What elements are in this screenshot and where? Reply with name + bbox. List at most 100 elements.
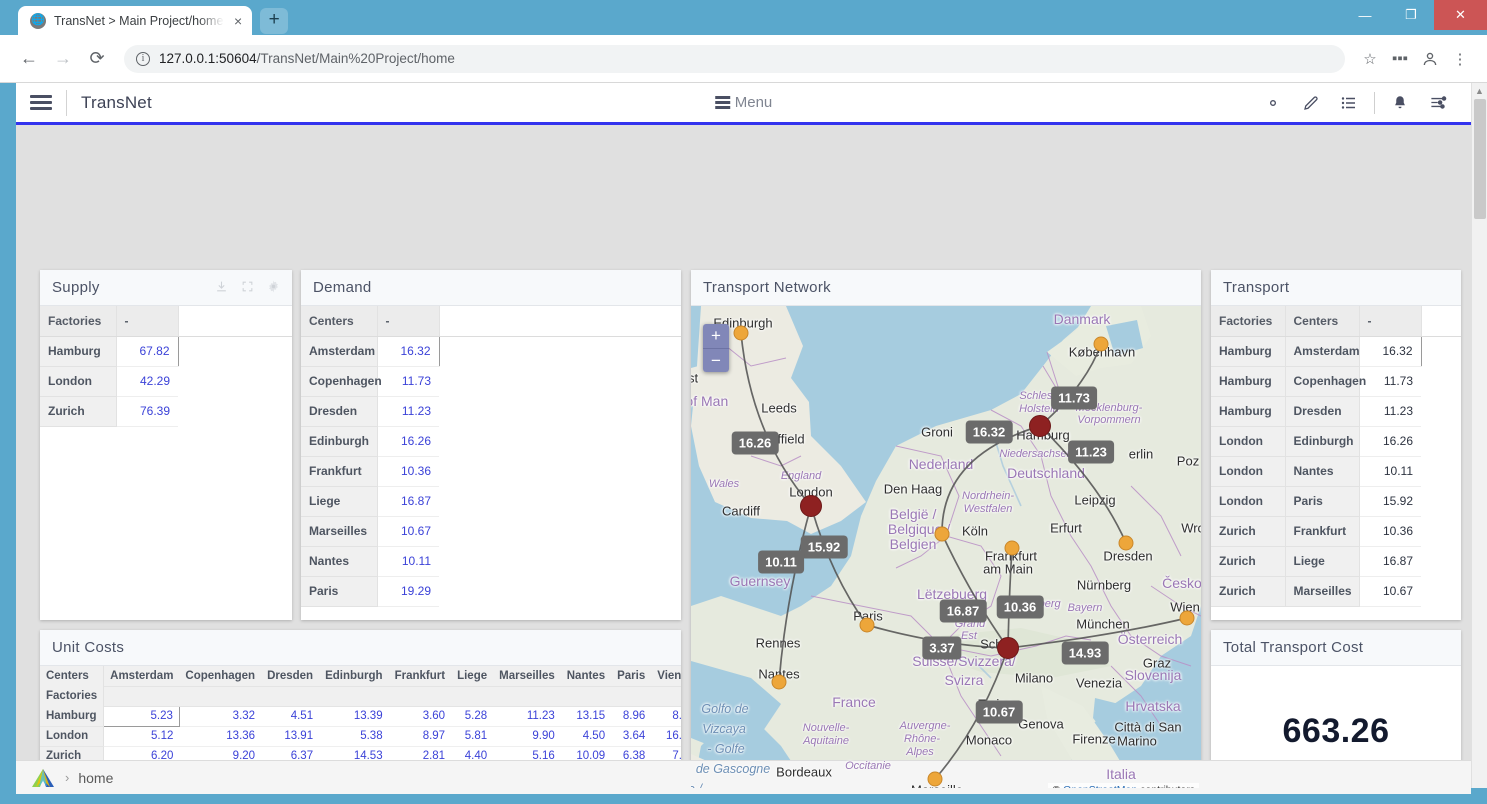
transport-value-cell[interactable]: 16.32 — [1358, 335, 1422, 367]
table-row[interactable]: Zurich Frankfurt 10.36 — [1211, 516, 1461, 547]
demand-value-cell[interactable]: 16.26 — [377, 426, 439, 457]
map-center-node[interactable] — [771, 674, 787, 690]
demand-value-cell[interactable]: 10.67 — [377, 516, 439, 547]
demand-value-cell[interactable]: 19.29 — [377, 576, 439, 607]
openstreetmap-link[interactable]: OpenStreetMap — [1063, 784, 1137, 788]
table-row[interactable]: Zurich Liege 16.87 — [1211, 546, 1461, 577]
zoom-in-button[interactable]: + — [703, 324, 729, 348]
list-icon[interactable] — [1330, 88, 1368, 118]
reload-button[interactable]: ⟳ — [80, 42, 114, 76]
table-row[interactable]: Hamburg Dresden 11.23 — [1211, 396, 1461, 427]
unit-costs-value-cell[interactable]: 8.33 — [651, 706, 681, 727]
table-row[interactable]: Edinburgh 16.26 — [301, 426, 681, 457]
table-row[interactable]: London Nantes 10.11 — [1211, 456, 1461, 487]
minimize-button[interactable]: — — [1342, 0, 1388, 30]
table-row[interactable]: Marseilles 10.67 — [301, 516, 681, 547]
table-row[interactable]: London Edinburgh 16.26 — [1211, 426, 1461, 457]
table-row[interactable]: Amsterdam 16.32 — [301, 335, 681, 367]
table-row[interactable]: Paris 19.29 — [301, 576, 681, 607]
table-row[interactable]: Zurich Marseilles 10.67 — [1211, 576, 1461, 607]
transport-value-cell[interactable]: 10.36 — [1359, 516, 1421, 547]
close-tab-icon[interactable]: × — [232, 14, 244, 28]
map-center-node[interactable] — [934, 526, 950, 542]
unit-costs-value-cell[interactable]: 5.28 — [451, 706, 494, 727]
table-row[interactable]: London Paris 15.92 — [1211, 486, 1461, 517]
pencil-icon[interactable] — [1292, 88, 1330, 118]
table-row[interactable]: Hamburg 5.23 3.32 4.51 13.39 3.60 5.28 11.23 13.… — [40, 705, 681, 727]
demand-value-cell[interactable]: 16.32 — [376, 335, 440, 367]
unit-costs-value-cell[interactable]: 3.64 — [611, 726, 652, 747]
unit-costs-value-cell[interactable]: 13.36 — [179, 726, 262, 747]
table-row[interactable]: Hamburg 67.82 — [40, 335, 292, 367]
profile-avatar-icon[interactable] — [1415, 44, 1445, 74]
page-scrollbar[interactable]: ▲ — [1471, 83, 1487, 788]
bookmark-star-icon[interactable]: ☆ — [1355, 44, 1385, 74]
back-button[interactable]: ← — [12, 42, 46, 76]
map-center-node[interactable] — [1118, 535, 1134, 551]
map-center-node[interactable] — [859, 617, 875, 633]
table-row[interactable]: Hamburg Copenhagen 11.73 — [1211, 366, 1461, 397]
table-row[interactable]: Nantes 10.11 — [301, 546, 681, 577]
transport-value-cell[interactable]: 11.23 — [1359, 396, 1421, 427]
browser-tab[interactable]: 🌐 TransNet > Main Project/home | × — [18, 6, 253, 35]
unit-costs-value-cell[interactable]: 5.12 — [103, 726, 180, 747]
gear-icon[interactable] — [267, 280, 280, 296]
transport-value-cell[interactable]: 16.87 — [1359, 546, 1421, 577]
close-window-button[interactable]: ✕ — [1434, 0, 1487, 30]
address-bar[interactable]: i 127.0.0.1:50604/TransNet/Main%20Projec… — [124, 44, 1345, 73]
unit-costs-value-cell[interactable]: 5.38 — [319, 726, 389, 747]
menu-button[interactable]: Menu — [714, 94, 772, 111]
transport-value-cell[interactable]: 16.26 — [1359, 426, 1421, 457]
supply-value-cell[interactable]: 67.82 — [115, 335, 179, 367]
breadcrumb[interactable]: home — [78, 770, 113, 786]
table-row[interactable]: Liege 16.87 — [301, 486, 681, 517]
browser-menu-icon[interactable]: ⋮ — [1445, 44, 1475, 74]
unit-costs-value-cell[interactable]: 3.32 — [179, 706, 262, 727]
table-row[interactable]: Hamburg Amsterdam 16.32 — [1211, 335, 1461, 367]
map-zoom-controls[interactable]: + − — [703, 324, 729, 372]
table-row[interactable]: Dresden 11.23 — [301, 396, 681, 427]
unit-costs-value-cell[interactable]: 5.23 — [103, 705, 180, 727]
transport-value-cell[interactable]: 10.67 — [1359, 576, 1421, 607]
map-canvas[interactable]: Edinburgh Leeds ffield London Cardiff England… — [691, 306, 1201, 788]
demand-value-cell[interactable]: 10.11 — [377, 546, 439, 577]
map-center-node[interactable] — [1093, 336, 1109, 352]
unit-costs-value-cell[interactable]: 4.51 — [261, 706, 320, 727]
zoom-out-button[interactable]: − — [703, 348, 729, 372]
fullscreen-icon[interactable] — [241, 280, 254, 296]
demand-value-cell[interactable]: 16.87 — [377, 486, 439, 517]
unit-costs-value-cell[interactable]: 3.60 — [388, 706, 452, 727]
scrollbar-thumb[interactable] — [1474, 99, 1486, 219]
unit-costs-value-cell[interactable]: 13.15 — [560, 706, 612, 727]
gear-icon[interactable] — [1254, 88, 1292, 118]
transport-value-cell[interactable]: 11.73 — [1359, 366, 1421, 397]
table-row[interactable]: Copenhagen 11.73 — [301, 366, 681, 397]
supply-value-cell[interactable]: 76.39 — [116, 396, 178, 427]
map-center-node[interactable] — [1004, 540, 1020, 556]
unit-costs-value-cell[interactable]: 11.23 — [493, 706, 561, 727]
demand-value-cell[interactable]: 11.23 — [377, 396, 439, 427]
map-factory-node[interactable] — [997, 637, 1019, 659]
unit-costs-value-cell[interactable]: 13.91 — [261, 726, 320, 747]
supply-value-cell[interactable]: 42.29 — [116, 366, 178, 397]
download-icon[interactable] — [215, 280, 228, 296]
hamburger-menu-icon[interactable] — [30, 95, 52, 110]
map-center-node[interactable] — [733, 325, 749, 341]
table-row[interactable]: Frankfurt 10.36 — [301, 456, 681, 487]
map-center-node[interactable] — [1179, 610, 1195, 626]
table-row[interactable]: London 5.12 13.36 13.91 5.38 8.97 5.81 9.90 4.50… — [40, 726, 681, 747]
scroll-up-arrow[interactable]: ▲ — [1472, 83, 1487, 99]
unit-costs-value-cell[interactable]: 5.81 — [451, 726, 494, 747]
demand-value-cell[interactable]: 11.73 — [377, 366, 439, 397]
bell-icon[interactable] — [1381, 88, 1419, 118]
unit-costs-value-cell[interactable]: 8.97 — [388, 726, 452, 747]
transport-value-cell[interactable]: 10.11 — [1359, 456, 1421, 487]
map-factory-node[interactable] — [1029, 415, 1051, 437]
unit-costs-value-cell[interactable]: 8.96 — [611, 706, 652, 727]
unit-costs-value-cell[interactable]: 16.86 — [651, 726, 681, 747]
unit-costs-value-cell[interactable]: 13.39 — [319, 706, 389, 727]
table-row[interactable]: London 42.29 — [40, 366, 292, 397]
map-factory-node[interactable] — [800, 495, 822, 517]
new-tab-button[interactable]: + — [260, 8, 289, 34]
unit-costs-value-cell[interactable]: 9.90 — [493, 726, 561, 747]
